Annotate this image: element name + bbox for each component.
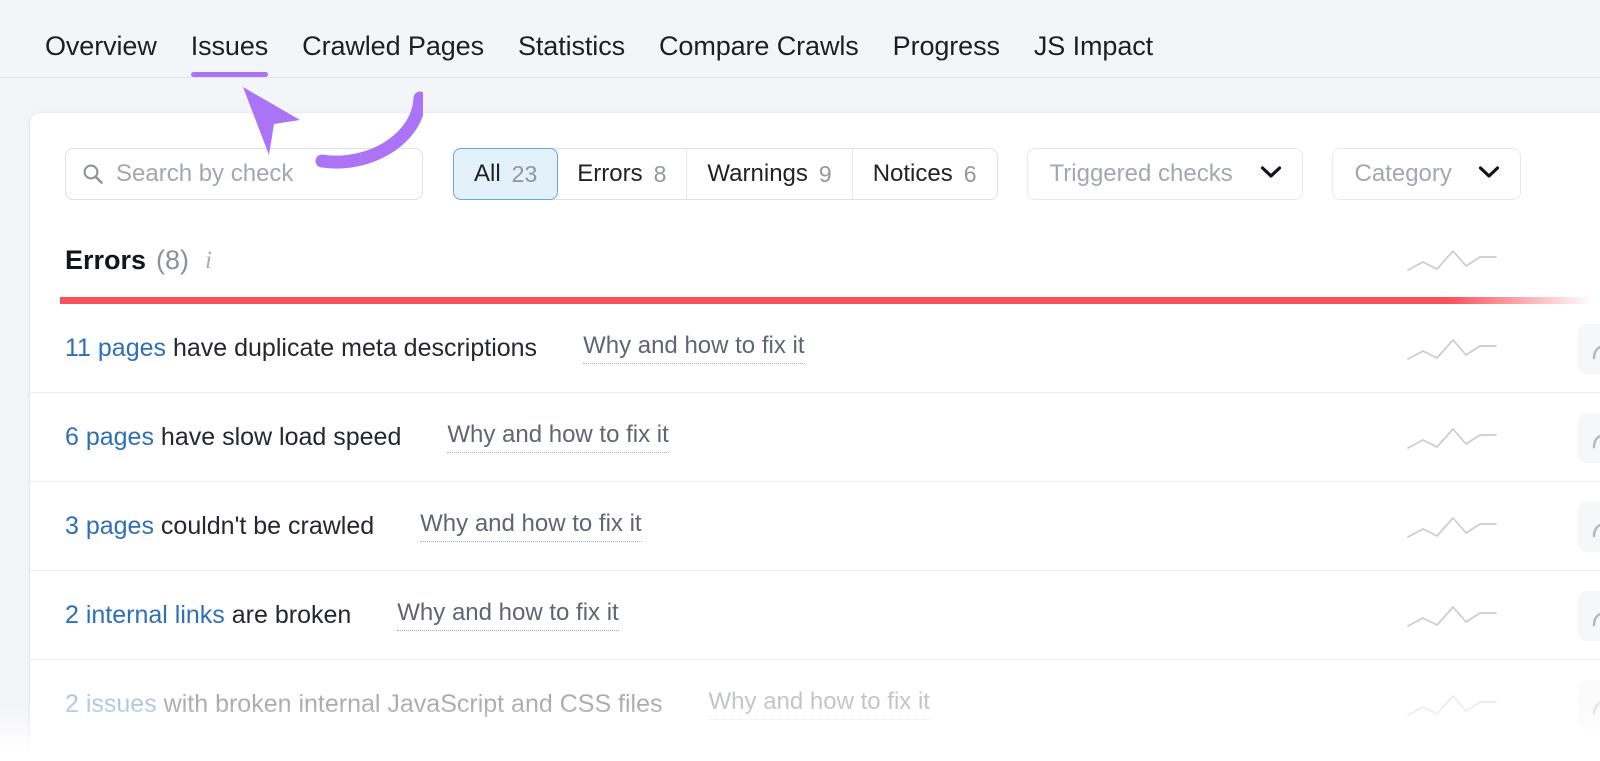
- section-count: (8): [156, 245, 189, 276]
- chevron-down-icon: [1478, 165, 1500, 184]
- why-and-how-to-fix-link[interactable]: Why and how to fix it: [397, 599, 618, 631]
- issue-text-rest: with broken internal JavaScript and CSS …: [157, 690, 663, 718]
- main-tab-bar: Overview Issues Crawled Pages Statistics…: [0, 0, 1600, 78]
- sparkline-icon: [1406, 421, 1498, 457]
- sparkline-icon: [1406, 599, 1498, 635]
- tab-compare-crawls[interactable]: Compare Crawls: [642, 0, 876, 78]
- tab-issues[interactable]: Issues: [174, 0, 285, 78]
- issue-description: 2 internal links are broken: [65, 601, 351, 630]
- tab-list: Overview Issues Crawled Pages Statistics…: [28, 0, 1170, 78]
- issue-text-rest: have slow load speed: [154, 423, 401, 451]
- errors-severity-bar: [60, 297, 1593, 304]
- share-arrow-icon[interactable]: [1578, 680, 1600, 730]
- sparkline-icon: [1406, 243, 1498, 279]
- segment-errors[interactable]: Errors 8: [557, 149, 687, 199]
- segment-label: Errors: [577, 160, 642, 188]
- issue-count-link[interactable]: 11 pages: [65, 334, 166, 362]
- share-arrow-icon[interactable]: [1578, 502, 1600, 552]
- issue-text-rest: have duplicate meta descriptions: [166, 334, 537, 362]
- issue-description: 11 pages have duplicate meta description…: [65, 334, 537, 363]
- segment-label: Warnings: [707, 160, 807, 188]
- page-root: Overview Issues Crawled Pages Statistics…: [0, 0, 1600, 761]
- tab-label: Crawled Pages: [302, 31, 484, 61]
- tab-label: Statistics: [518, 31, 625, 61]
- why-and-how-to-fix-link[interactable]: Why and how to fix it: [583, 332, 804, 364]
- tab-label: JS Impact: [1034, 31, 1153, 61]
- info-icon[interactable]: i: [205, 247, 212, 275]
- tab-label: Overview: [45, 31, 157, 61]
- sparkline-icon: [1406, 510, 1498, 546]
- errors-section-header: Errors (8) i: [65, 245, 212, 276]
- filter-toolbar: All 23 Errors 8 Warnings 9 Notices 6 Tri…: [65, 148, 1521, 200]
- sparkline-icon: [1406, 332, 1498, 368]
- tab-statistics[interactable]: Statistics: [501, 0, 642, 78]
- dropdown-label: Triggered checks: [1050, 160, 1233, 188]
- tab-active-underline: [191, 72, 268, 77]
- tab-label: Issues: [191, 31, 268, 61]
- sparkline-icon: [1406, 688, 1498, 724]
- tab-crawled-pages[interactable]: Crawled Pages: [285, 0, 501, 78]
- issue-description: 6 pages have slow load speed: [65, 423, 401, 452]
- issues-panel: All 23 Errors 8 Warnings 9 Notices 6 Tri…: [30, 113, 1600, 761]
- issue-count-link[interactable]: 2 internal links: [65, 601, 225, 629]
- section-title: Errors: [65, 245, 146, 276]
- segment-count: 8: [654, 161, 667, 188]
- table-row[interactable]: 6 pages have slow load speed Why and how…: [30, 393, 1600, 482]
- tab-overview[interactable]: Overview: [28, 0, 174, 78]
- tab-progress[interactable]: Progress: [876, 0, 1017, 78]
- share-arrow-icon[interactable]: [1578, 413, 1600, 463]
- why-and-how-to-fix-link[interactable]: Why and how to fix it: [447, 421, 668, 453]
- search-input-wrapper[interactable]: [65, 148, 423, 200]
- segment-all[interactable]: All 23: [453, 148, 558, 200]
- share-arrow-icon[interactable]: [1578, 324, 1600, 374]
- segment-warnings[interactable]: Warnings 9: [687, 149, 852, 199]
- why-and-how-to-fix-link[interactable]: Why and how to fix it: [709, 688, 930, 720]
- triggered-checks-dropdown[interactable]: Triggered checks: [1027, 148, 1303, 200]
- table-row[interactable]: 2 issues with broken internal JavaScript…: [30, 660, 1600, 749]
- chevron-down-icon: [1260, 165, 1282, 184]
- table-row[interactable]: 11 pages have duplicate meta description…: [30, 304, 1600, 393]
- segment-label: Notices: [873, 160, 953, 188]
- search-icon: [82, 163, 104, 185]
- dropdown-label: Category: [1355, 160, 1452, 188]
- tab-label: Progress: [893, 31, 1000, 61]
- issue-count-link[interactable]: 3 pages: [65, 512, 154, 540]
- why-and-how-to-fix-link[interactable]: Why and how to fix it: [420, 510, 641, 542]
- search-input[interactable]: [116, 160, 406, 188]
- category-dropdown[interactable]: Category: [1332, 148, 1521, 200]
- issue-description: 3 pages couldn't be crawled: [65, 512, 374, 541]
- segment-count: 23: [512, 161, 538, 188]
- issue-count-link[interactable]: 6 pages: [65, 423, 154, 451]
- issues-list: 11 pages have duplicate meta description…: [30, 304, 1600, 749]
- segment-label: All: [474, 160, 501, 188]
- tab-label: Compare Crawls: [659, 31, 859, 61]
- segment-count: 9: [819, 161, 832, 188]
- issue-type-segmented-control: All 23 Errors 8 Warnings 9 Notices 6: [453, 148, 998, 200]
- issue-text-rest: are broken: [225, 601, 351, 629]
- table-row[interactable]: 2 internal links are broken Why and how …: [30, 571, 1600, 660]
- segment-count: 6: [964, 161, 977, 188]
- table-row[interactable]: 3 pages couldn't be crawled Why and how …: [30, 482, 1600, 571]
- share-arrow-icon[interactable]: [1578, 591, 1600, 641]
- issue-count-link[interactable]: 2 issues: [65, 690, 157, 718]
- issue-description: 2 issues with broken internal JavaScript…: [65, 690, 663, 719]
- tab-js-impact[interactable]: JS Impact: [1017, 0, 1170, 78]
- segment-notices[interactable]: Notices 6: [853, 149, 997, 199]
- issue-text-rest: couldn't be crawled: [154, 512, 374, 540]
